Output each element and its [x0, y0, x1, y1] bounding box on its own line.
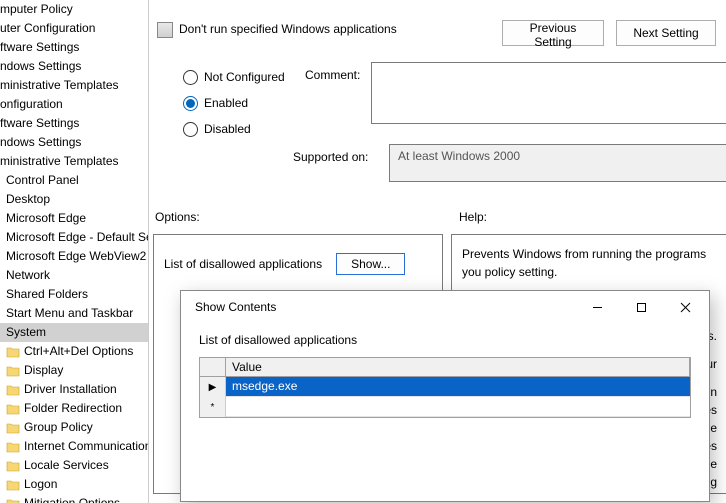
tree-item[interactable]: Microsoft Edge WebView2 [0, 247, 148, 266]
grid-corner [200, 358, 226, 376]
next-setting-button[interactable]: Next Setting [616, 20, 716, 46]
folder-icon [6, 460, 20, 472]
tree-item[interactable]: Start Menu and Taskbar [0, 304, 148, 323]
tree-item[interactable]: Shared Folders [0, 285, 148, 304]
tree-item[interactable]: ndows Settings [0, 57, 148, 76]
grid-cell-value[interactable] [226, 397, 690, 417]
tree-folder-item[interactable]: Logon [0, 475, 148, 494]
folder-icon [6, 346, 20, 358]
comment-textarea[interactable] [371, 62, 726, 124]
tree-folder-item[interactable]: Driver Installation [0, 380, 148, 399]
tree-item-label: Ctrl+Alt+Del Options [24, 343, 133, 360]
tree-item[interactable]: onfiguration [0, 95, 148, 114]
tree-folder-item[interactable]: Display [0, 361, 148, 380]
tree-folder-item[interactable]: Group Policy [0, 418, 148, 437]
tree-folder-item[interactable]: Ctrl+Alt+Del Options [0, 342, 148, 361]
folder-icon [6, 498, 20, 503]
options-list-label: List of disallowed applications [164, 257, 322, 271]
tree-folder-item[interactable]: Internet Communication [0, 437, 148, 456]
folder-icon [6, 441, 20, 453]
tree-item[interactable]: Network [0, 266, 148, 285]
show-contents-dialog[interactable]: Show Contents List of disallowed applica… [180, 290, 710, 502]
tree-item-label: Display [24, 362, 63, 379]
grid-row-marker: ▶ [200, 377, 226, 397]
dialog-titlebar[interactable]: Show Contents [181, 291, 709, 323]
tree-item-label: Logon [24, 476, 57, 493]
tree-folder-item[interactable]: Folder Redirection [0, 399, 148, 418]
radio-label: Enabled [204, 96, 248, 110]
dialog-title: Show Contents [195, 300, 276, 314]
value-grid[interactable]: Value ▶msedge.exe* [199, 357, 691, 418]
folder-icon [6, 403, 20, 415]
help-text: Prevents Windows from running the progra… [462, 245, 717, 281]
tree-item-label: Driver Installation [24, 381, 117, 398]
tree-item[interactable]: ftware Settings [0, 38, 148, 57]
show-button[interactable]: Show... [336, 253, 405, 275]
dialog-subtitle: List of disallowed applications [199, 333, 691, 347]
maximize-button[interactable] [619, 292, 663, 322]
options-heading: Options: [155, 210, 200, 224]
comment-label: Comment: [305, 68, 360, 82]
tree-item[interactable]: Microsoft Edge - Default Se [0, 228, 148, 247]
radio-label: Not Configured [204, 70, 285, 84]
policy-title: Don't run specified Windows applications [179, 22, 397, 36]
tree-folder-item[interactable]: Mitigation Options [0, 494, 148, 503]
radio-disabled[interactable] [183, 122, 198, 137]
supported-on-label: Supported on: [293, 150, 368, 164]
tree-item-label: Folder Redirection [24, 400, 122, 417]
nav-tree[interactable]: mputer Policyuter Configurationftware Se… [0, 0, 148, 503]
previous-setting-button[interactable]: Previous Setting [502, 20, 604, 46]
help-heading: Help: [459, 210, 487, 224]
folder-icon [6, 422, 20, 434]
supported-on-value: At least Windows 2000 [389, 144, 726, 182]
minimize-button[interactable] [575, 292, 619, 322]
tree-item[interactable]: ftware Settings [0, 114, 148, 133]
grid-row-marker: * [200, 397, 226, 417]
tree-item[interactable]: uter Configuration [0, 19, 148, 38]
policy-state-radiogroup: Not Configured Enabled Disabled [183, 64, 285, 142]
radio-enabled[interactable] [183, 96, 198, 111]
tree-item-system[interactable]: System [0, 323, 148, 342]
tree-item-label: Internet Communication [24, 438, 148, 455]
tree-item[interactable]: Control Panel [0, 171, 148, 190]
radio-label: Disabled [204, 122, 251, 136]
tree-item[interactable]: mputer Policy [0, 0, 148, 19]
folder-icon [6, 479, 20, 491]
tree-item[interactable]: ndows Settings [0, 133, 148, 152]
tree-item[interactable]: ministrative Templates [0, 152, 148, 171]
grid-cell-value[interactable]: msedge.exe [226, 377, 690, 397]
folder-icon [6, 365, 20, 377]
tree-item-label: Group Policy [24, 419, 93, 436]
tree-item-label: Mitigation Options [24, 495, 120, 503]
tree-folder-item[interactable]: Locale Services [0, 456, 148, 475]
policy-icon [157, 22, 173, 38]
close-button[interactable] [663, 292, 707, 322]
tree-item[interactable]: ministrative Templates [0, 76, 148, 95]
tree-item-label: Locale Services [24, 457, 109, 474]
grid-row[interactable]: ▶msedge.exe [200, 377, 690, 397]
tree-item[interactable]: Microsoft Edge [0, 209, 148, 228]
grid-header-value: Value [226, 358, 690, 376]
folder-icon [6, 384, 20, 396]
tree-item[interactable]: Desktop [0, 190, 148, 209]
radio-not-configured[interactable] [183, 70, 198, 85]
grid-row[interactable]: * [200, 397, 690, 417]
